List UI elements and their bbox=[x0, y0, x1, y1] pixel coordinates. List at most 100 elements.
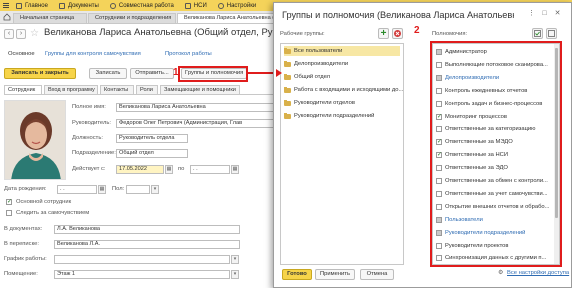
permission-label: Мониторинг процессов bbox=[445, 113, 507, 120]
checkbox[interactable] bbox=[436, 203, 442, 210]
gender-field[interactable] bbox=[126, 185, 150, 194]
work-groups-list[interactable]: Все пользователи Делопроизводители Общий… bbox=[280, 43, 404, 265]
apply-button[interactable]: Применить bbox=[315, 269, 355, 280]
check-all-button[interactable] bbox=[532, 28, 543, 39]
permissions-scrollbar[interactable] bbox=[554, 44, 559, 264]
main-employee-checkbox[interactable]: ✓ bbox=[6, 199, 12, 205]
in-documents-field[interactable]: Л.А. Великанова bbox=[54, 225, 240, 234]
add-group-icon[interactable]: + bbox=[378, 28, 389, 39]
permission-item[interactable]: Ответственные за обмен с контроли... bbox=[436, 176, 548, 186]
remove-group-button[interactable] bbox=[392, 28, 403, 39]
calendar-icon[interactable]: ▦ bbox=[231, 165, 239, 174]
position-field[interactable]: Руководитель отдела bbox=[116, 134, 188, 143]
permission-item[interactable]: ✓ Ответственные за НСИ bbox=[436, 150, 508, 160]
permission-item[interactable]: Делопроизводители bbox=[436, 73, 499, 83]
permission-item[interactable]: Контроль ежедневных отчетов bbox=[436, 86, 527, 96]
close-icon[interactable]: ✕ bbox=[553, 9, 562, 18]
permission-item[interactable]: Ответственные за учет самочувстви... bbox=[436, 189, 548, 199]
more-icon[interactable]: ⋮ bbox=[527, 9, 536, 18]
permission-item[interactable]: Контроль задач и бизнес-процессов bbox=[436, 99, 542, 109]
calendar-icon[interactable]: ▦ bbox=[165, 165, 173, 174]
checked-checkbox[interactable]: ✓ bbox=[436, 113, 442, 120]
permission-item[interactable]: ✓ Мониторинг процессов bbox=[436, 112, 507, 122]
tab-employee-card[interactable]: Великанова Лариса Анатольевна (О... bbox=[177, 13, 277, 23]
permission-item[interactable]: Открытие внешних отчетов и обрабо... bbox=[436, 202, 549, 212]
permission-item[interactable]: Администратор bbox=[436, 47, 487, 57]
uncheck-all-button[interactable] bbox=[546, 28, 557, 39]
save-and-close-button[interactable]: Записать и закрыть bbox=[4, 68, 76, 79]
list-item[interactable]: Делопроизводители bbox=[284, 59, 348, 69]
send-button[interactable]: Отправить... bbox=[130, 68, 174, 79]
checkbox[interactable] bbox=[436, 100, 442, 107]
permission-item[interactable]: Руководители подразделений bbox=[436, 228, 525, 238]
home-icon[interactable] bbox=[3, 13, 11, 21]
scrollbar-thumb[interactable] bbox=[555, 48, 558, 218]
track-wellbeing-checkbox[interactable] bbox=[6, 210, 12, 216]
checkbox[interactable] bbox=[436, 216, 442, 223]
permission-item[interactable]: Руководители проектов bbox=[436, 241, 508, 251]
sublink-work-log[interactable]: Протокол работы bbox=[165, 51, 212, 57]
chevron-down-icon[interactable]: ▾ bbox=[231, 255, 239, 264]
chevron-down-icon[interactable]: ▾ bbox=[151, 185, 159, 194]
checkbox[interactable] bbox=[436, 61, 442, 68]
permission-item[interactable]: Ответственные за категоризацию bbox=[436, 124, 536, 134]
done-button[interactable]: Готово bbox=[282, 269, 312, 280]
list-item[interactable]: Все пользователи bbox=[284, 46, 400, 56]
checkbox[interactable] bbox=[436, 126, 442, 133]
menu-item-reference[interactable]: НСИ bbox=[184, 2, 207, 9]
sublink-wellbeing-groups[interactable]: Группы для контроля самочувствия bbox=[45, 51, 141, 57]
permissions-list[interactable]: Администратор Выполняющие потоковое скани… bbox=[432, 43, 560, 265]
in-correspondence-field[interactable]: Великанова Л.А. bbox=[54, 240, 240, 249]
chevron-down-icon[interactable]: ▾ bbox=[231, 270, 239, 279]
full-name-field[interactable]: Великанова Лариса Анатольевна bbox=[116, 103, 274, 112]
list-item[interactable]: Работа с входящими и исходящими до... bbox=[284, 85, 403, 95]
schedule-label: График работы: bbox=[4, 256, 47, 262]
menu-item-collaboration[interactable]: Совместная работа bbox=[109, 2, 174, 9]
cancel-button[interactable]: Отмена bbox=[360, 269, 394, 280]
list-item[interactable]: Руководители отделов bbox=[284, 98, 355, 108]
menu-item-documents[interactable]: Документы bbox=[58, 2, 99, 9]
schedule-field[interactable] bbox=[54, 255, 230, 264]
calendar-icon[interactable]: ▦ bbox=[98, 185, 106, 194]
manager-field[interactable]: Федоров Олег Петрович (Администрация, Гл… bbox=[116, 119, 274, 128]
all-access-settings-link[interactable]: Все настройки доступа bbox=[507, 270, 569, 276]
favorite-star-icon[interactable]: ☆ bbox=[30, 28, 39, 39]
permission-item[interactable]: Ответственные за ЭДО bbox=[436, 163, 508, 173]
checked-checkbox[interactable]: ✓ bbox=[436, 139, 442, 146]
checkbox[interactable] bbox=[436, 229, 442, 236]
maximize-icon[interactable]: □ bbox=[540, 9, 549, 18]
permission-item[interactable]: ✓ Ответственные за МЭДО bbox=[436, 137, 513, 147]
permission-item[interactable]: Пользователи bbox=[436, 215, 483, 225]
checked-checkbox[interactable]: ✓ bbox=[436, 152, 442, 159]
valid-from-field[interactable]: 17.05.2022 bbox=[116, 165, 164, 174]
list-item[interactable]: Руководители подразделений bbox=[284, 111, 374, 121]
checkbox[interactable] bbox=[436, 242, 442, 249]
sublink-main[interactable]: Основное bbox=[8, 51, 35, 57]
list-item[interactable]: Общий отдел bbox=[284, 72, 330, 82]
back-button[interactable]: ‹ bbox=[4, 29, 14, 39]
save-button[interactable]: Записать bbox=[89, 68, 127, 79]
hamburger-menu-icon[interactable] bbox=[0, 0, 12, 11]
birth-date-field[interactable]: . . bbox=[57, 185, 97, 194]
remove-icon bbox=[394, 30, 401, 37]
checkbox[interactable] bbox=[436, 178, 442, 184]
permission-item[interactable]: Выполняющие потоковое сканирова... bbox=[436, 60, 548, 70]
checkbox[interactable] bbox=[436, 74, 442, 81]
permission-item[interactable]: Синхронизация данных с другими п... bbox=[436, 253, 546, 263]
checkbox[interactable] bbox=[436, 87, 442, 94]
employee-photo[interactable] bbox=[4, 100, 66, 180]
checkbox[interactable] bbox=[436, 165, 442, 172]
forward-button[interactable]: › bbox=[16, 29, 26, 39]
permission-label: Пользователи bbox=[445, 216, 483, 223]
room-field[interactable]: Этаж 1 bbox=[54, 270, 230, 279]
checkbox[interactable] bbox=[436, 49, 442, 55]
department-field[interactable]: Общий отдел bbox=[116, 149, 188, 158]
tab-employees[interactable]: Сотрудники и подразделения bbox=[88, 13, 176, 23]
menu-item-main[interactable]: Главное bbox=[16, 2, 48, 9]
valid-to-field[interactable]: . . bbox=[190, 165, 230, 174]
menu-item-settings[interactable]: Настройки bbox=[217, 2, 256, 9]
checkbox[interactable] bbox=[436, 255, 442, 262]
checkbox[interactable] bbox=[436, 190, 442, 197]
full-name-label: Полное имя: bbox=[72, 104, 106, 110]
tab-home-page[interactable]: Начальная страница bbox=[13, 13, 87, 23]
